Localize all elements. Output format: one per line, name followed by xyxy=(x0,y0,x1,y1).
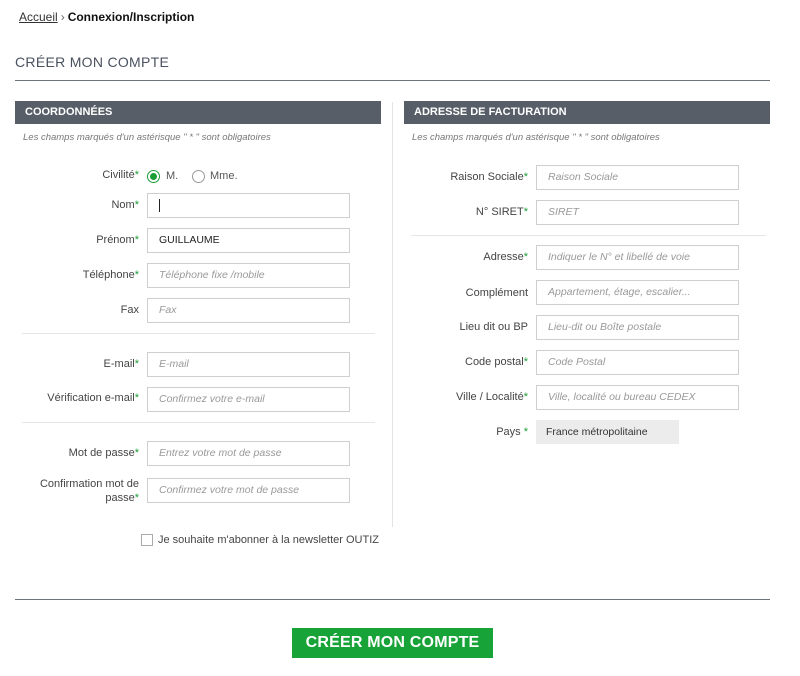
pays-label: Pays * xyxy=(496,426,528,438)
telephone-label: Téléphone* xyxy=(82,269,139,281)
email-label: E-mail* xyxy=(103,358,139,370)
lieu-dit-label: Lieu dit ou BP xyxy=(459,321,529,333)
raison-sociale-label: Raison Sociale* xyxy=(450,171,528,183)
adresse-label: Adresse* xyxy=(483,251,528,263)
fax-input[interactable]: Fax xyxy=(147,298,350,323)
coordonnees-section: COORDONNÉES Les champs marqués d'un asté… xyxy=(15,101,381,143)
create-account-button[interactable]: CRÉER MON COMPTE xyxy=(292,628,493,658)
email-verification-label: Vérification e-mail* xyxy=(47,392,139,404)
fax-label: Fax xyxy=(120,304,139,316)
civilite-option-mme-label: Mme. xyxy=(210,170,238,182)
password-input[interactable]: Entrez votre mot de passe xyxy=(147,441,350,466)
telephone-input[interactable]: Téléphone fixe /mobile xyxy=(147,263,350,288)
section-divider xyxy=(411,235,766,236)
complement-label: Complément xyxy=(465,287,528,299)
breadcrumb: Accueil › Connexion/Inscription xyxy=(19,10,194,24)
civilite-radio-m[interactable] xyxy=(147,170,160,183)
required-fields-note: Les champs marqués d'un astérisque " * "… xyxy=(23,132,271,143)
breadcrumb-current: Connexion/Inscription xyxy=(67,10,195,24)
raison-sociale-input[interactable]: Raison Sociale xyxy=(536,165,739,190)
civilite-option-m-label: M. xyxy=(166,170,179,182)
siret-input[interactable]: SIRET xyxy=(536,200,739,225)
password-confirm-label: Confirmation mot de passe* xyxy=(39,478,139,504)
section-divider xyxy=(22,422,375,423)
section-divider xyxy=(22,333,375,334)
nom-input[interactable] xyxy=(147,193,350,218)
required-fields-note: Les champs marqués d'un astérisque " * "… xyxy=(412,132,660,143)
siret-label: N° SIRET* xyxy=(475,206,528,218)
pays-value: France métropolitaine xyxy=(536,420,679,444)
ville-label: Ville / Localité* xyxy=(456,391,528,403)
text-cursor xyxy=(159,198,160,212)
password-label: Mot de passe* xyxy=(68,447,139,459)
facturation-header: ADRESSE DE FACTURATION xyxy=(404,101,770,124)
password-confirm-input[interactable]: Confirmez votre mot de passe xyxy=(147,478,350,503)
civilite-label: Civilité* xyxy=(102,169,139,181)
page-title: CRÉER MON COMPTE xyxy=(15,54,170,70)
prenom-label: Prénom* xyxy=(96,234,139,246)
prenom-input[interactable]: GUILLAUME xyxy=(147,228,350,253)
newsletter-checkbox[interactable] xyxy=(141,534,153,546)
complement-input[interactable]: Appartement, étage, escalier... xyxy=(536,280,739,305)
bottom-divider xyxy=(15,599,770,600)
facturation-section: ADRESSE DE FACTURATION Les champs marqué… xyxy=(404,101,770,143)
column-divider xyxy=(392,102,393,527)
code-postal-input[interactable]: Code Postal xyxy=(536,350,739,375)
newsletter-label[interactable]: Je souhaite m'abonner à la newsletter OU… xyxy=(158,534,379,546)
title-divider xyxy=(15,80,770,81)
code-postal-label: Code postal* xyxy=(465,356,528,368)
breadcrumb-separator: › xyxy=(60,10,65,24)
breadcrumb-home-link[interactable]: Accueil xyxy=(19,10,58,24)
adresse-input[interactable]: Indiquer le N° et libellé de voie xyxy=(536,245,739,270)
civilite-radio-mme[interactable] xyxy=(192,170,205,183)
lieu-dit-input[interactable]: Lieu-dit ou Boîte postale xyxy=(536,315,739,340)
email-verification-input[interactable]: Confirmez votre e-mail xyxy=(147,387,350,412)
nom-label: Nom* xyxy=(111,199,139,211)
email-input[interactable]: E-mail xyxy=(147,352,350,377)
coordonnees-header: COORDONNÉES xyxy=(15,101,381,124)
ville-input[interactable]: Ville, localité ou bureau CEDEX xyxy=(536,385,739,410)
